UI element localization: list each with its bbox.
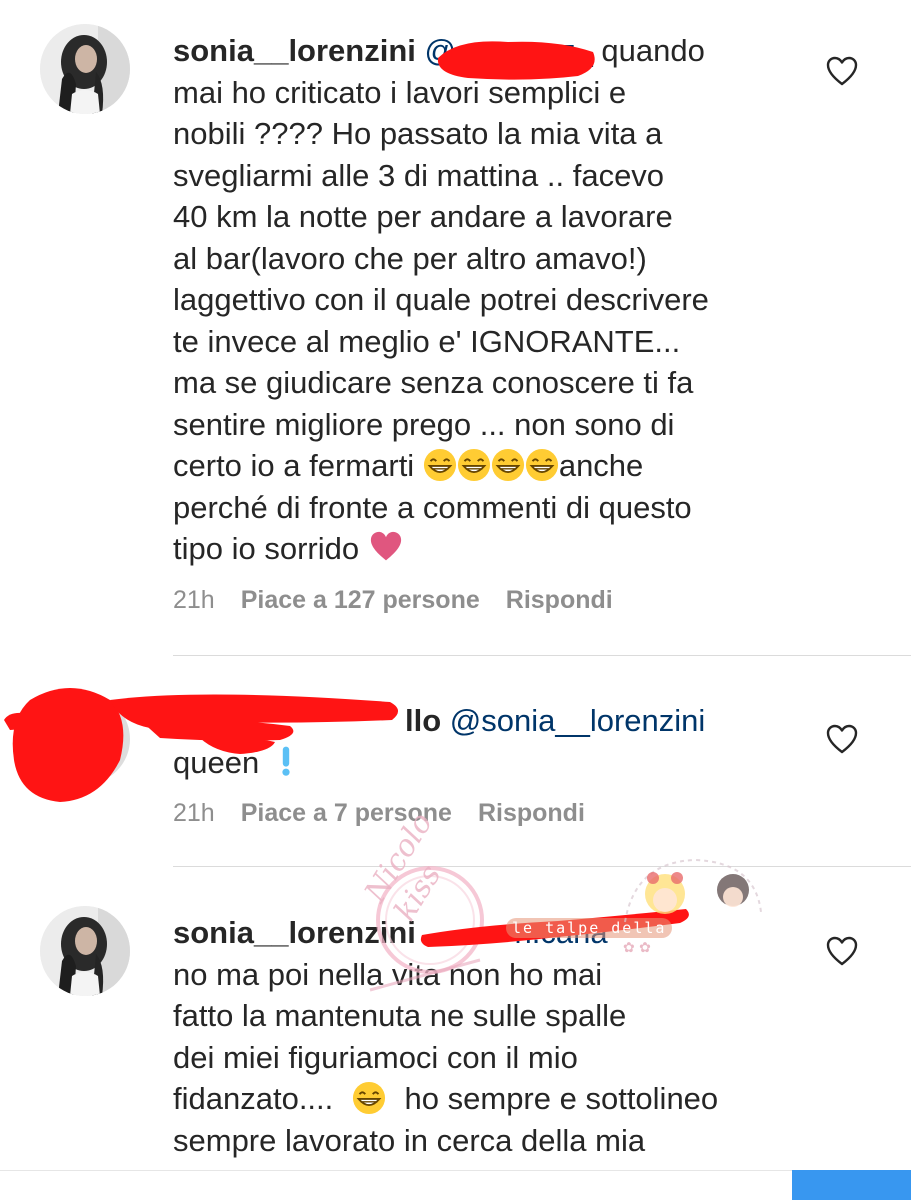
likes-count-link[interactable]: Piace a 7 persone (241, 799, 452, 828)
heart-icon[interactable] (826, 724, 858, 754)
divider (173, 866, 911, 867)
comment-meta: 21h Piace a 127 persone Rispondi (173, 586, 613, 615)
exclamation-emoji-icon (282, 746, 290, 776)
comment-text: llo @sonia__lorenzini (405, 700, 805, 742)
avatar[interactable] (40, 906, 130, 996)
laughing-emoji-icon (423, 448, 456, 482)
laughing-emoji-icon (352, 1081, 385, 1115)
mention[interactable]: @ z_ (425, 33, 602, 68)
heart-icon[interactable] (826, 56, 858, 86)
pink-heart-emoji-icon (370, 531, 401, 561)
profile-photo (40, 906, 130, 996)
reply-button[interactable]: Rispondi (506, 586, 613, 615)
username[interactable]: sonia__lorenzini (173, 915, 416, 950)
comment-text: sonia__lorenzini n.carla no ma poi nella… (173, 915, 719, 1158)
laughing-emoji-icon (457, 448, 490, 482)
comment-text-line: queen (173, 742, 813, 784)
mention[interactable]: n.carla (515, 915, 608, 950)
reply-button[interactable]: Rispondi (478, 799, 585, 828)
timestamp: 21h (173, 799, 215, 827)
profile-photo (40, 24, 130, 114)
laughing-emoji-icon (491, 448, 524, 482)
avatar[interactable] (40, 694, 130, 784)
username[interactable]: llo (405, 703, 441, 738)
heart-icon[interactable] (826, 936, 858, 966)
divider (173, 655, 911, 656)
avatar[interactable] (40, 24, 130, 114)
likes-count-link[interactable]: Piace a 127 persone (241, 586, 480, 615)
comment-meta: 21h Piace a 7 persone Rispondi (173, 799, 585, 828)
mention[interactable]: @sonia__lorenzini (450, 703, 706, 738)
comment-text: sonia__lorenzini @ z_ quando mai ho criti… (173, 33, 709, 566)
watermark-left-text: Nicolo kiss (358, 806, 449, 928)
timestamp: 21h (173, 586, 215, 614)
laughing-emoji-icon (525, 448, 558, 482)
post-button[interactable] (792, 1170, 911, 1200)
username[interactable]: sonia__lorenzini (173, 33, 416, 68)
bottom-divider (0, 1170, 792, 1171)
